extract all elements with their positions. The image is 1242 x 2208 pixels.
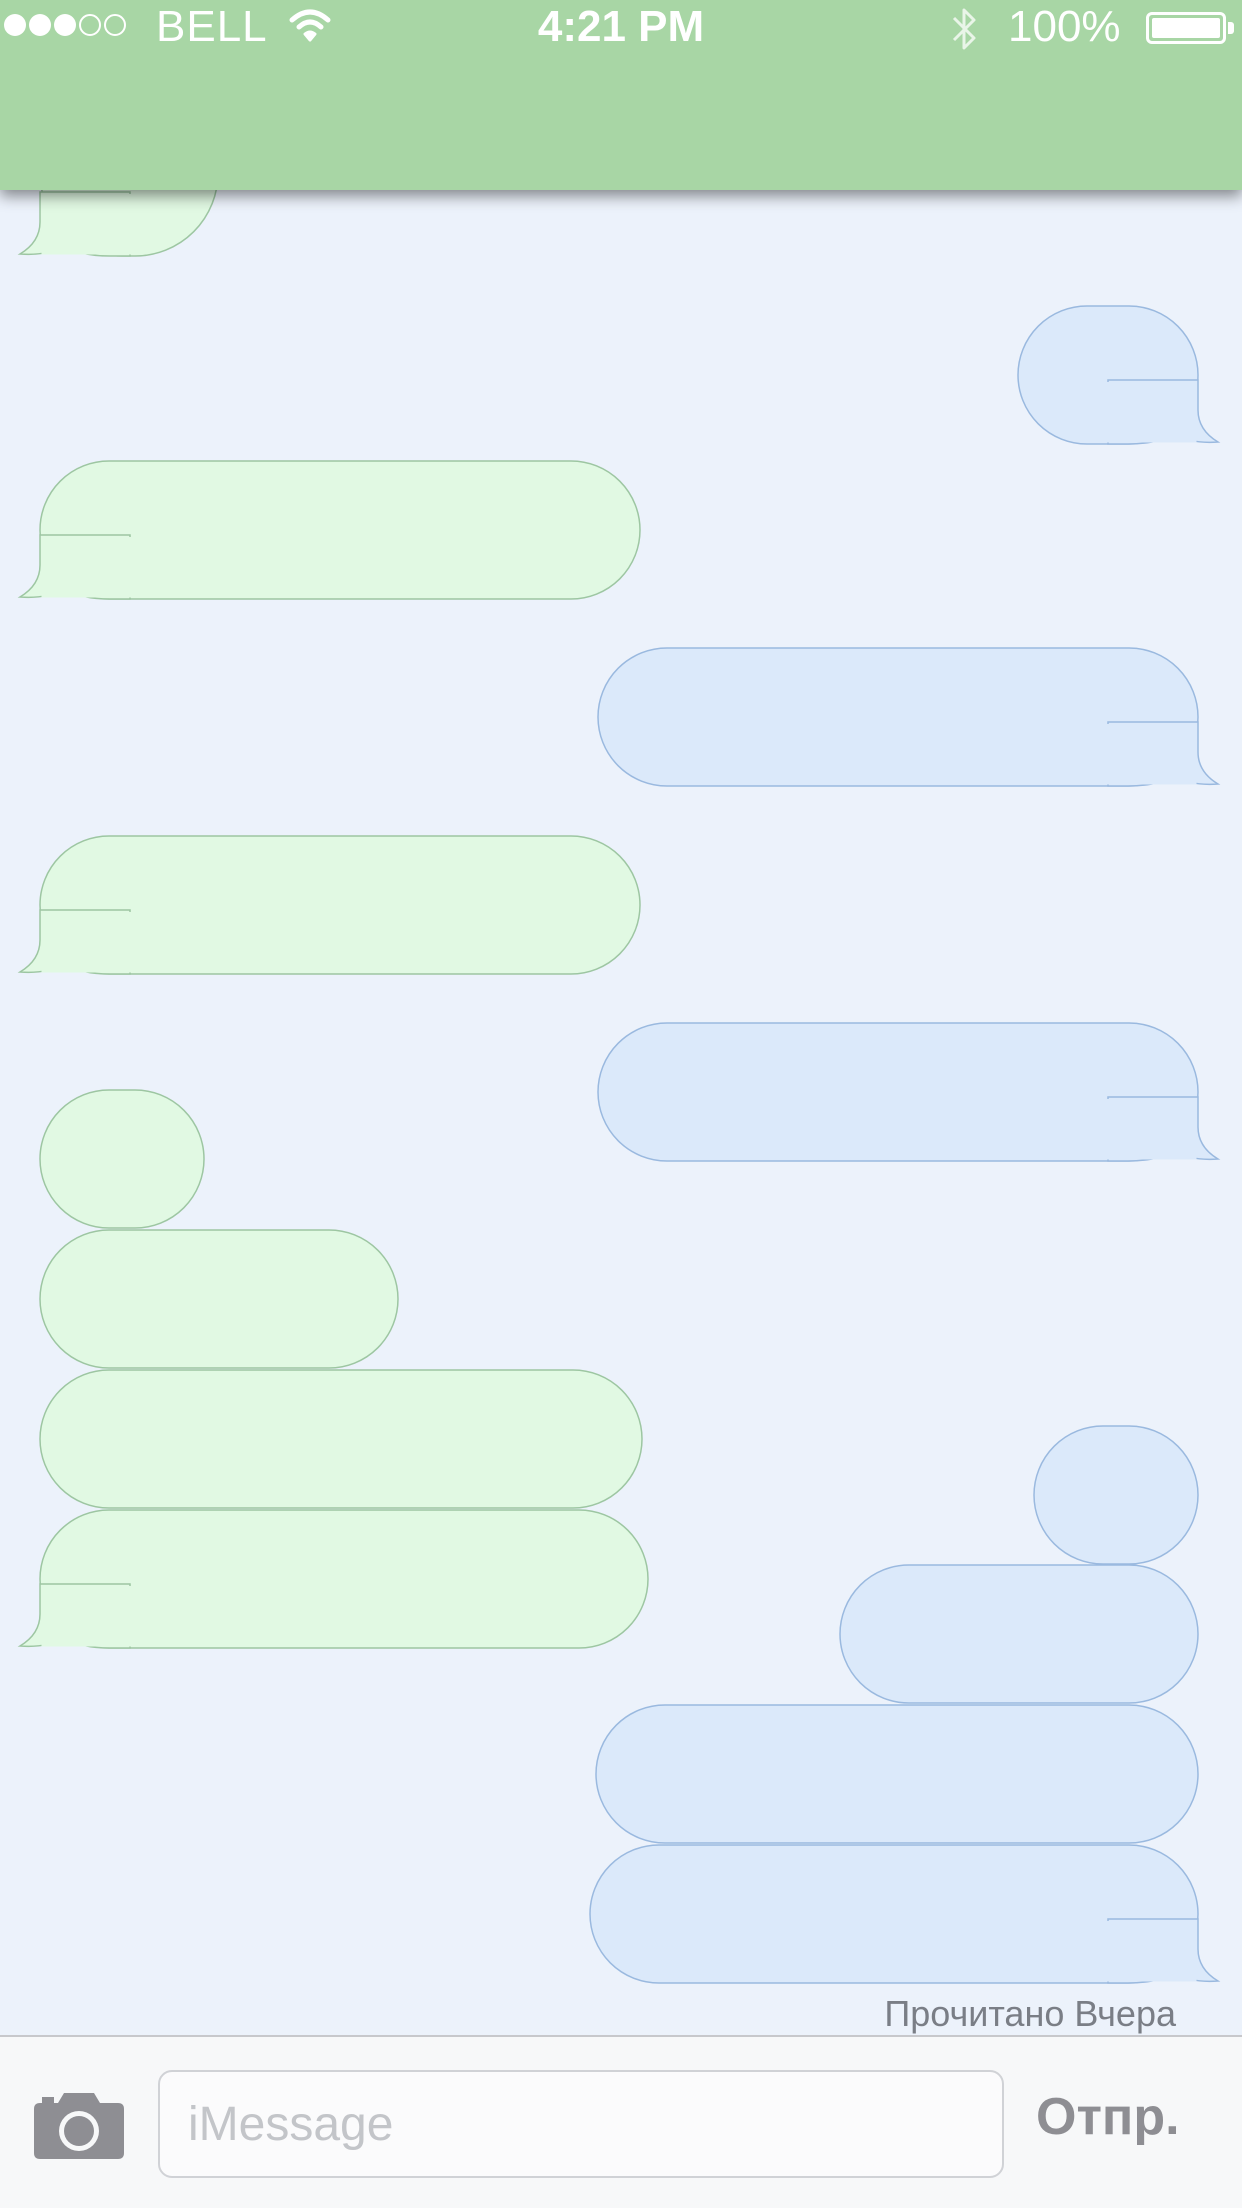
battery-icon xyxy=(1146,12,1226,44)
read-receipt: Прочитано Вчера xyxy=(884,1993,1176,2034)
incoming-message-bubble[interactable] xyxy=(17,460,641,600)
message-bubbles xyxy=(17,89,1221,1984)
bluetooth-icon xyxy=(952,8,976,50)
outgoing-message-bubble[interactable] xyxy=(1017,305,1221,445)
outgoing-message-bubble[interactable] xyxy=(597,647,1221,787)
incoming-message-bubble[interactable] xyxy=(39,1229,399,1369)
navigation-header: BELL 4:21 PM 100% xyxy=(0,0,1242,190)
outgoing-message-bubble[interactable] xyxy=(597,1022,1221,1162)
message-composer: Отпр. xyxy=(0,2035,1242,2208)
incoming-message-bubble[interactable] xyxy=(17,1509,649,1649)
incoming-message-bubble[interactable] xyxy=(39,1369,643,1509)
send-button[interactable]: Отпр. xyxy=(1036,2087,1180,2147)
outgoing-message-bubble[interactable] xyxy=(1033,1425,1199,1565)
status-bar: BELL 4:21 PM 100% xyxy=(0,0,1242,56)
outgoing-message-bubble[interactable] xyxy=(839,1564,1199,1704)
outgoing-message-bubble[interactable] xyxy=(595,1704,1199,1844)
camera-icon[interactable] xyxy=(30,2087,128,2163)
incoming-message-bubble[interactable] xyxy=(39,1089,205,1229)
battery-tip xyxy=(1228,22,1234,34)
battery-percentage: 100% xyxy=(1008,2,1121,51)
message-thread[interactable]: Прочитано Вчера xyxy=(0,0,1242,2035)
message-input[interactable] xyxy=(158,2070,1004,2178)
outgoing-message-bubble[interactable] xyxy=(589,1844,1221,1984)
incoming-message-bubble[interactable] xyxy=(17,835,641,975)
